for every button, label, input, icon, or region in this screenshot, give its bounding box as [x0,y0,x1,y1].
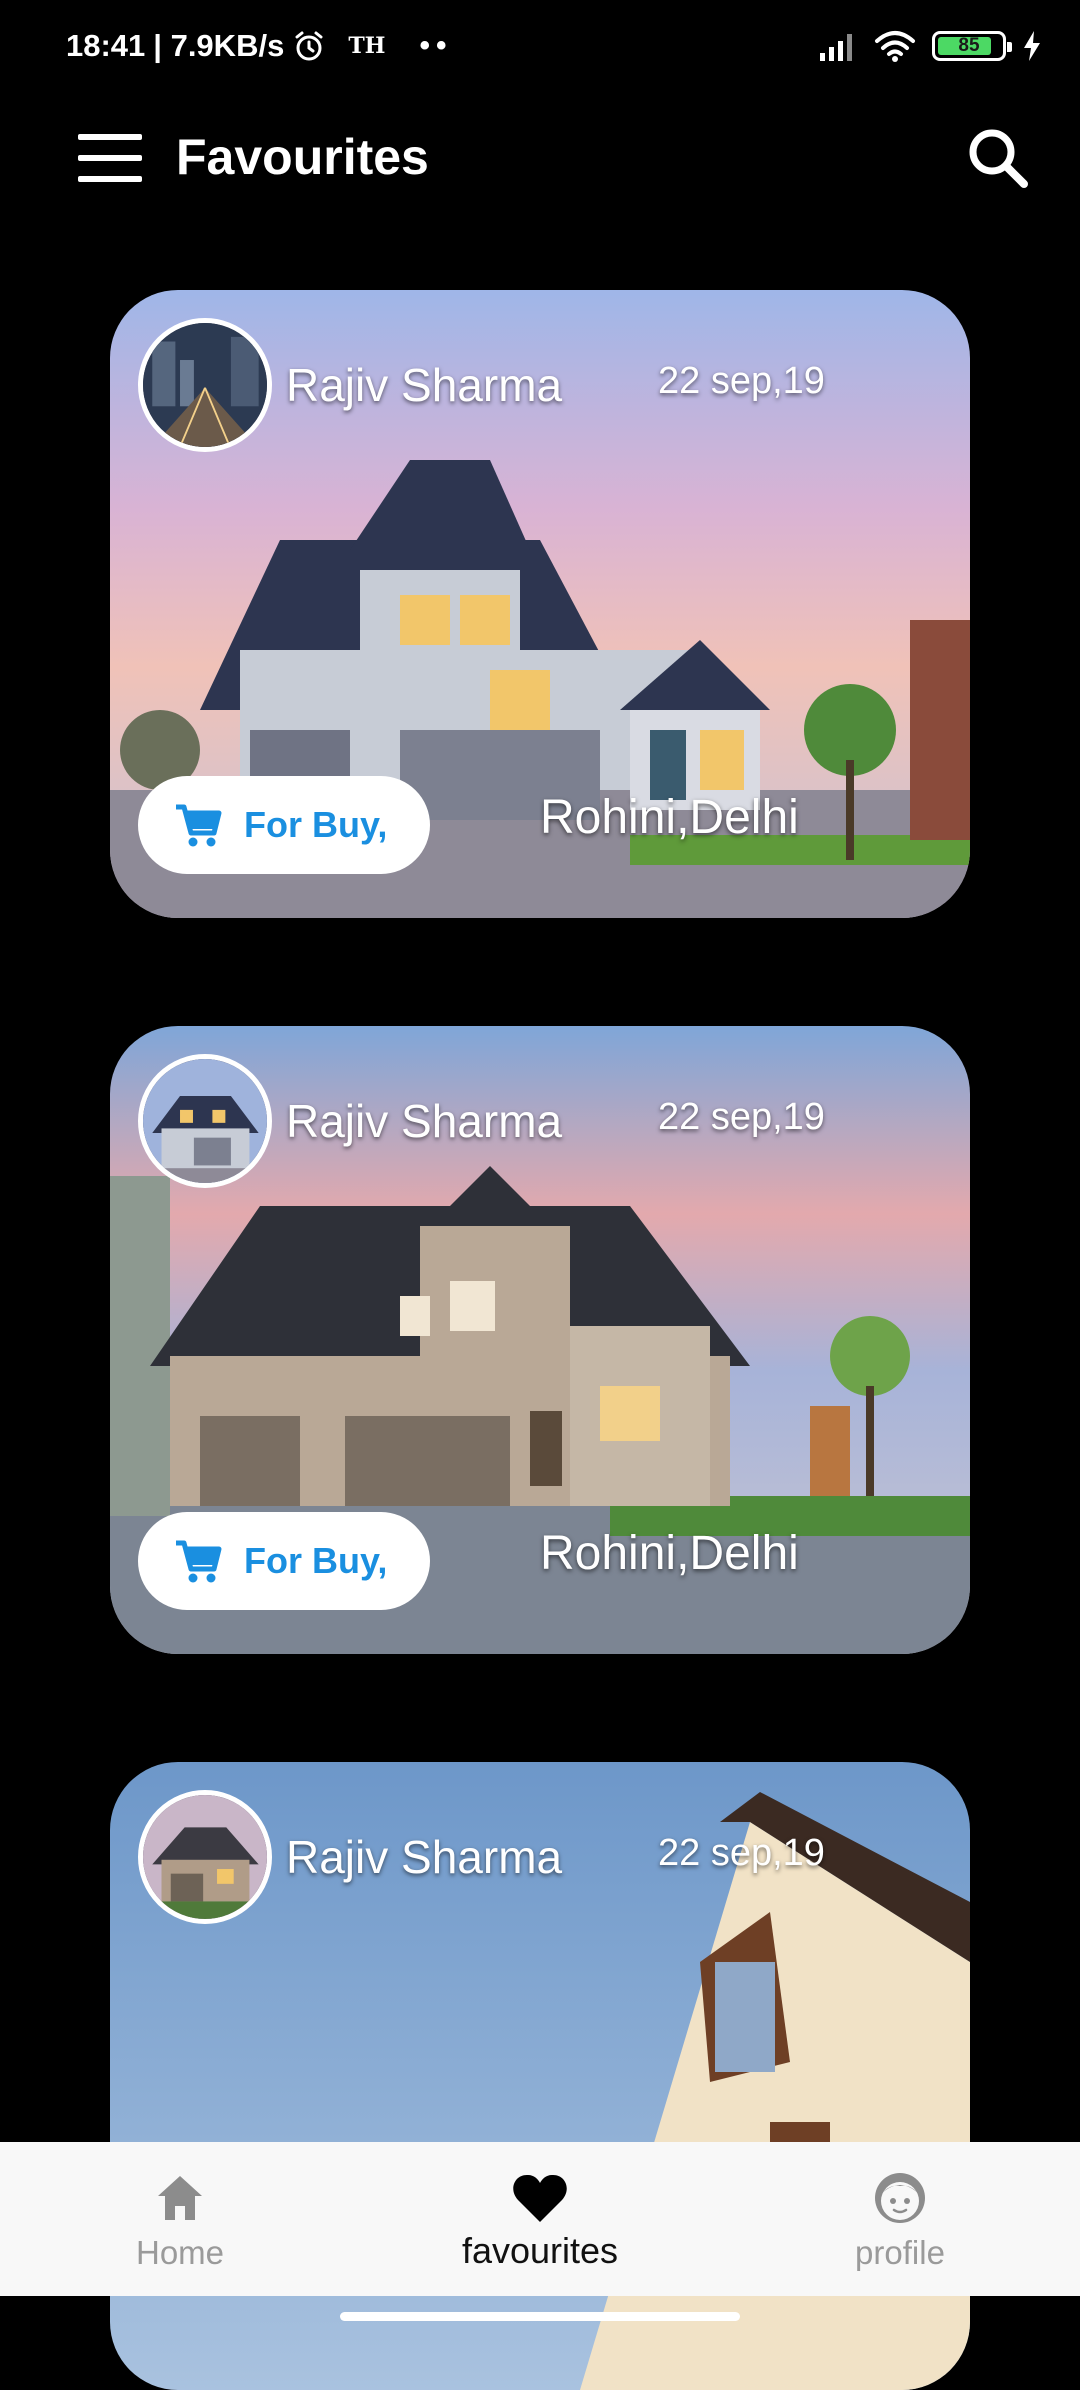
for-buy-chip[interactable]: For Buy, [138,1512,430,1610]
avatar-house-image [143,1795,267,1919]
battery-icon: 85 [932,31,1012,61]
clock: 18:41 [66,28,146,63]
for-buy-label: For Buy, [244,804,388,845]
status-bar: 18:41 | 7.9KB/s TH •• 85 [0,0,1080,100]
avatar-house-image [143,1059,267,1183]
more-notifications-icon: •• [419,29,453,62]
owner-name: Rajiv Sharma [286,359,563,411]
search-icon[interactable] [962,122,1034,194]
listing-card[interactable]: Rajiv Sharma 22 sep,19 For Buy, Rohini,D… [110,1026,970,1654]
post-date: 22 sep,19 [658,360,825,402]
menu-icon-line [78,134,142,140]
owner-avatar[interactable] [138,1054,272,1188]
bottom-navigation: Home favourites profile [0,2142,1080,2296]
cart-icon [176,1540,222,1583]
alarm-icon [295,31,323,61]
owner-name: Rajiv Sharma [286,1095,563,1147]
nav-item-profile[interactable]: profile [790,2168,1010,2278]
for-buy-label: For Buy, [244,1540,388,1581]
cart-icon [176,804,222,847]
status-left: 18:41 | 7.9KB/s TH •• [66,28,453,64]
gesture-home-indicator[interactable] [340,2312,740,2321]
owner-avatar[interactable] [138,318,272,452]
listing-location: Rohini,Delhi [540,1527,799,1580]
network-speed: | 7.9KB/s [153,28,285,63]
post-date: 22 sep,19 [658,1832,825,1874]
nav-item-home[interactable]: Home [70,2168,290,2278]
charging-icon [1024,31,1040,61]
battery-percent: 85 [958,35,980,56]
app-bar: Favourites [0,100,1080,220]
status-right: 85 [818,30,1042,62]
heart-icon [513,2174,567,2222]
owner-name: Rajiv Sharma [286,1831,563,1883]
page-title: Favourites [176,129,429,185]
listing-card[interactable]: Rajiv Sharma 22 sep,19 For Buy, Rohini,D… [110,290,970,918]
home-icon [158,2176,202,2220]
listing-location: Rohini,Delhi [540,791,799,844]
nav-label-home: Home [135,2234,225,2271]
wifi-icon [875,31,915,62]
nav-label-profile: profile [855,2234,945,2271]
for-buy-chip[interactable]: For Buy, [138,776,430,874]
face-icon [875,2173,925,2223]
owner-avatar[interactable] [138,1790,272,1924]
avatar-city-image [143,323,267,447]
menu-icon-line [78,176,142,182]
carrier-label: TH [348,33,386,59]
menu-button[interactable] [78,134,142,182]
signal-icon [820,34,852,61]
nav-item-favourites[interactable]: favourites [430,2168,650,2278]
nav-label-favourites: favourites [461,2230,619,2271]
post-date: 22 sep,19 [658,1096,825,1138]
menu-icon-line [78,155,142,161]
